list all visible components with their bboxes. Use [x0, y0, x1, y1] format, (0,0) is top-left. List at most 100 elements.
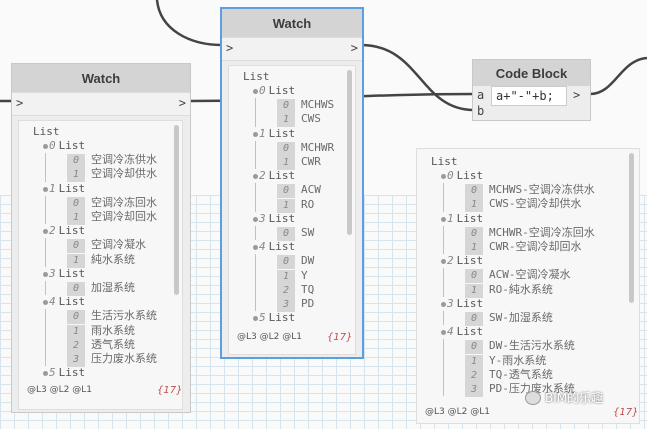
sublist-header[interactable]: 0 List: [259, 84, 295, 98]
item-count: {17}: [327, 332, 353, 343]
item-value: 空调冷却回水: [91, 210, 157, 223]
list-item[interactable]: 0 MCHWR: [277, 141, 334, 156]
item-index: 0: [465, 226, 483, 241]
sublist-index: 0: [49, 139, 56, 152]
code-block-node[interactable]: Code Block a b a+"-"+b; >: [472, 59, 591, 121]
output-port[interactable]: >: [573, 88, 580, 102]
list-item[interactable]: 0 空调冷冻回水: [67, 196, 157, 211]
scrollbar[interactable]: [629, 153, 634, 303]
tree-line: [443, 240, 444, 255]
sublist-header[interactable]: 3 List: [49, 267, 85, 281]
item-index: 0: [465, 340, 483, 355]
list-item[interactable]: 0 SW-加湿系统: [465, 311, 553, 326]
list-item[interactable]: 1 CWS-空调冷却供水: [465, 197, 582, 213]
list-item[interactable]: 3 PD: [277, 297, 314, 312]
list-level-dot: [441, 174, 446, 179]
list-item[interactable]: 0 MCHWR-空调冷冻回水: [465, 226, 595, 241]
input-port-b[interactable]: b: [477, 104, 484, 118]
scrollbar[interactable]: [347, 70, 352, 235]
watch-node-1[interactable]: Watch > > List 0 List 0 空调冷冻供水 1 空调冷却供水 1 List 0…: [11, 63, 191, 413]
list-item[interactable]: 1 RO: [277, 198, 314, 213]
sublist-header[interactable]: 2 List: [49, 224, 85, 238]
sublist-index: 3: [49, 266, 56, 280]
list-item[interactable]: 0 ACW: [277, 183, 321, 199]
item-index: 2: [465, 368, 483, 383]
sublist-header[interactable]: 1 List: [49, 182, 85, 196]
item-index: 0: [277, 255, 295, 270]
scrollbar[interactable]: [174, 125, 179, 295]
list-level-dot: [253, 89, 258, 94]
sublist-header[interactable]: 4 List: [447, 325, 483, 339]
item-index: 0: [277, 184, 295, 199]
list-item[interactable]: 2 TQ-透气系统: [465, 368, 553, 383]
code-editor[interactable]: a+"-"+b;: [491, 86, 567, 106]
input-port-a[interactable]: a: [477, 88, 484, 102]
list-level-dot: [43, 144, 48, 149]
sublist-label: List: [268, 84, 296, 97]
dynamo-canvas[interactable]: Watch > > List 0 List 0 空调冷冻供水 1 空调冷却供水 1 List 0…: [0, 0, 647, 429]
sublist-header[interactable]: 1 List: [259, 127, 295, 141]
level-indicator: @L3 @L2 @L1: [425, 407, 490, 417]
watch-node-2[interactable]: Watch > > List 0 List 0 MCHWS 1 CWS 1 List 0 MCHW…: [220, 7, 364, 359]
list-item[interactable]: 2 透气系统: [67, 338, 135, 353]
tree-line: [443, 183, 444, 198]
list-item[interactable]: 0 空调冷冻供水: [67, 153, 157, 169]
sublist-header[interactable]: 4 List: [49, 295, 85, 309]
sublist-header[interactable]: 0 List: [49, 139, 85, 153]
list-item[interactable]: 0 DW: [277, 254, 315, 270]
input-port[interactable]: >: [16, 96, 23, 110]
output-port[interactable]: >: [351, 41, 358, 55]
list-item[interactable]: 1 空调冷却回水: [67, 210, 157, 225]
sublist-header[interactable]: 2 List: [259, 169, 295, 183]
list-level-dot: [441, 259, 446, 265]
tree-line: [255, 112, 256, 127]
result-preview-list: List 0 List 0 MCHWS-空调冷冻供水 1 CWS-空调冷却供水 1 List 0…: [416, 148, 640, 424]
list-item[interactable]: 0 MCHWS-空调冷冻供水: [465, 183, 595, 199]
list-item[interactable]: 1 雨水系统: [67, 324, 135, 339]
item-index: 1: [67, 211, 85, 225]
list-item[interactable]: 1 Y-雨水系统: [465, 354, 546, 369]
item-value: DW: [301, 254, 315, 268]
list-item[interactable]: 1 CWS: [277, 112, 321, 128]
list-item[interactable]: 1 CWR: [277, 155, 321, 170]
list-item[interactable]: 0 生活污水系统: [67, 309, 157, 325]
list-item[interactable]: 0 MCHWS: [277, 98, 334, 114]
list-item[interactable]: 0 空调冷凝水: [67, 238, 146, 254]
item-value: MCHWS-空调冷冻供水: [489, 183, 595, 197]
item-value: RO: [301, 197, 315, 211]
list-item[interactable]: 0 DW-生活污水系统: [465, 339, 575, 355]
list-item[interactable]: 1 純水系统: [67, 253, 135, 268]
list-item[interactable]: 1 CWR-空调冷却回水: [465, 240, 582, 255]
list-level-dot: [253, 174, 258, 180]
input-port[interactable]: >: [226, 41, 233, 55]
list-item[interactable]: 2 TQ: [277, 283, 314, 298]
sublist-header[interactable]: 0 List: [447, 169, 483, 183]
list-item[interactable]: 3 压力废水系统: [67, 352, 157, 367]
sublist-header[interactable]: 5 List: [49, 366, 85, 380]
item-index: 3: [465, 383, 483, 397]
list-item[interactable]: 1 空调冷却供水: [67, 167, 157, 183]
item-value: 雨水系统: [91, 323, 135, 337]
sublist-header[interactable]: 3 List: [259, 212, 295, 226]
list-item[interactable]: 1Y: [277, 269, 308, 284]
sublist-index: 1: [259, 126, 266, 140]
output-port[interactable]: >: [179, 96, 186, 110]
sublist-header[interactable]: 2 List: [447, 254, 483, 268]
item-index: 1: [465, 354, 483, 369]
watch-node-2-ports: > >: [222, 37, 362, 61]
list-item[interactable]: 1 RO-純水系统: [465, 283, 553, 298]
list-item[interactable]: 0 SW: [277, 226, 314, 241]
sublist-label: List: [268, 211, 296, 225]
sublist-header[interactable]: 1 List: [447, 212, 483, 226]
list-level-dot: [43, 271, 48, 277]
list-item[interactable]: 0 ACW-空调冷凝水: [465, 268, 571, 284]
list-level-dot: [253, 245, 258, 251]
sublist-header[interactable]: 4 List: [259, 240, 295, 254]
sublist-header[interactable]: 5 List: [259, 311, 295, 325]
item-value: 空调冷冻回水: [91, 195, 157, 209]
sublist-label: List: [268, 126, 296, 140]
sublist-index: 5: [49, 366, 56, 380]
tree-line: [255, 155, 256, 170]
list-item[interactable]: 0 加湿系统: [67, 281, 135, 296]
sublist-header[interactable]: 3 List: [447, 297, 483, 311]
